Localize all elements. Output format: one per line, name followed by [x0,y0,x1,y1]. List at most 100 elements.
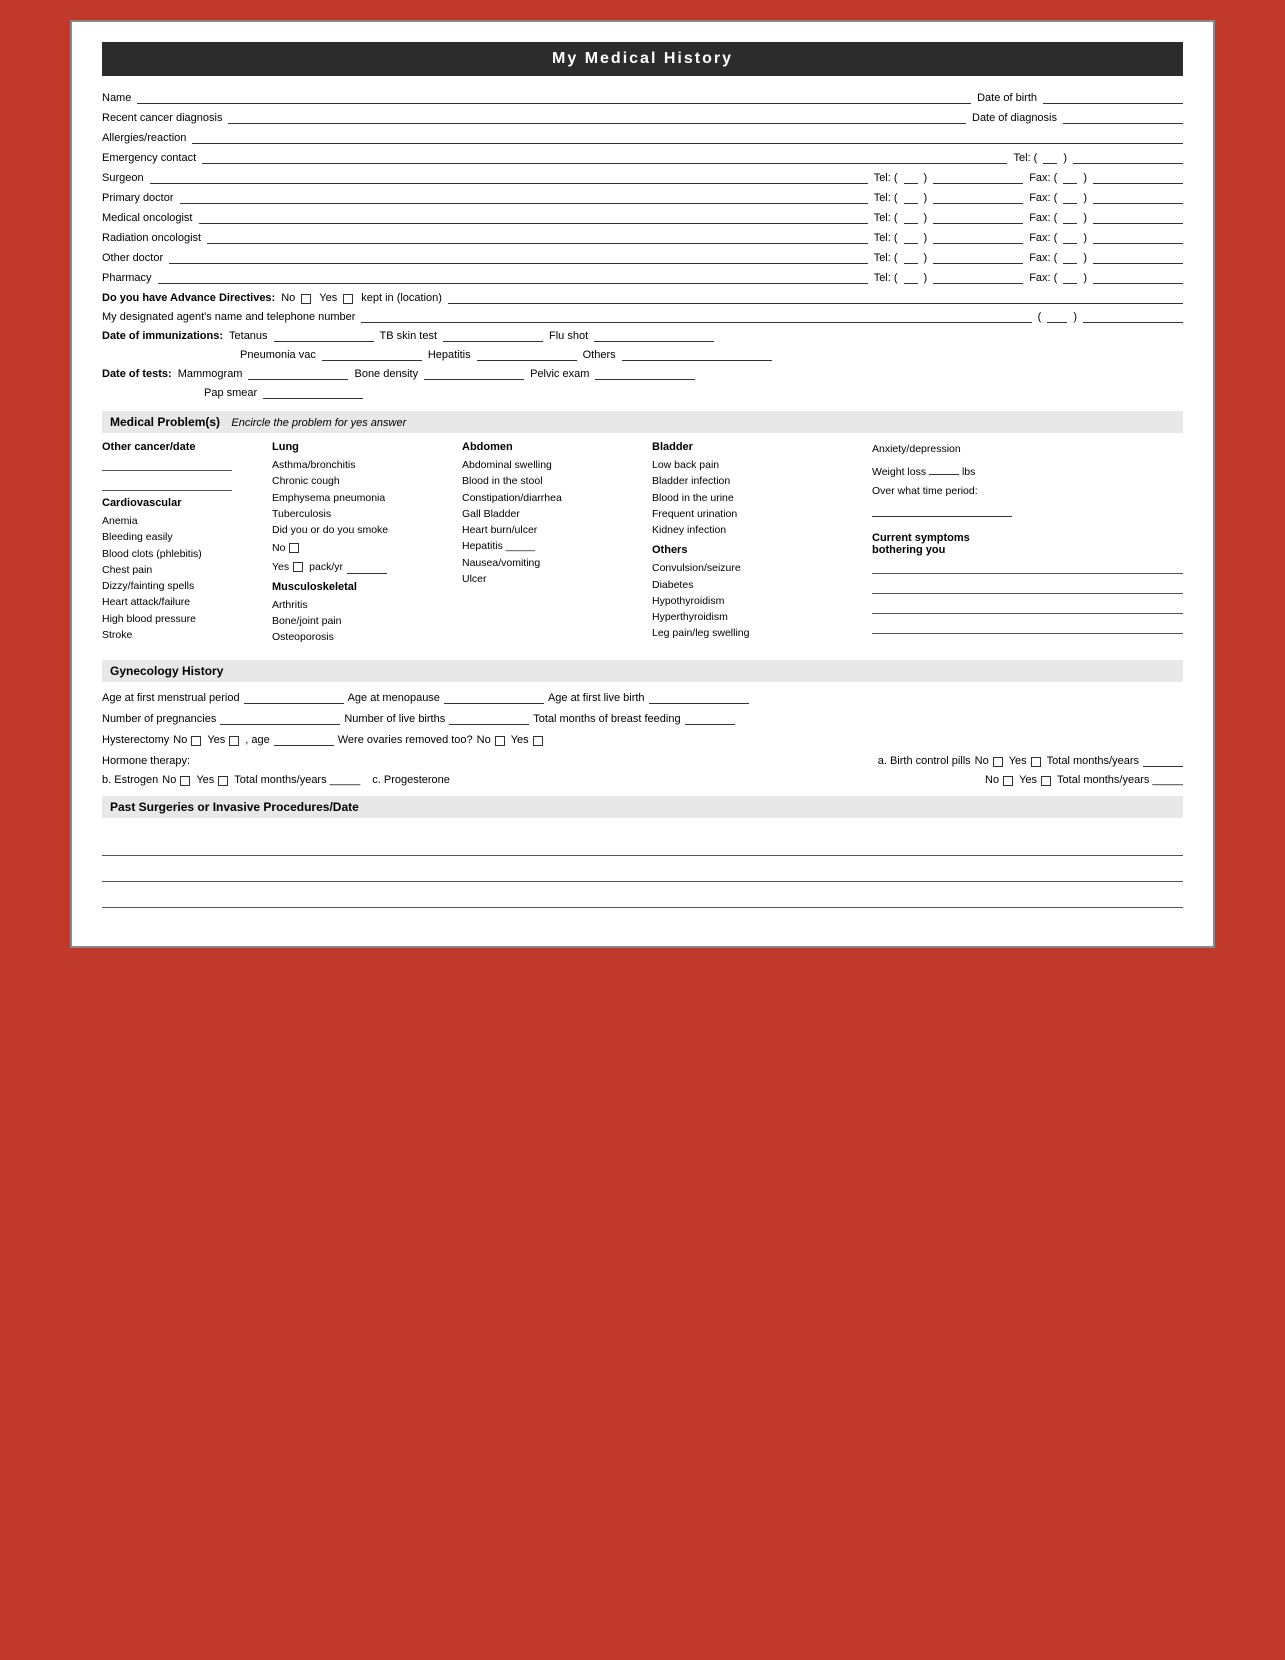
symptom-line-2[interactable] [872,580,1183,594]
cancer-row: Recent cancer diagnosis Date of diagnosi… [102,110,1183,124]
med-onco-input[interactable] [199,210,868,224]
pharmacy-fax[interactable] [1093,270,1183,284]
page-title: My Medical History [102,42,1183,76]
list-item: Leg pain/leg swelling [652,625,862,641]
rad-onco-fax[interactable] [1093,230,1183,244]
name-label: Name [102,92,131,104]
med-onco-fax[interactable] [1093,210,1183,224]
col2-header: Lung [272,441,452,453]
flu-input[interactable] [594,328,714,342]
tetanus-input[interactable] [274,328,374,342]
birth-months-input[interactable] [1143,753,1183,767]
symptom-line-4[interactable] [872,620,1183,634]
menstrual-input[interactable] [244,690,344,704]
pap-input[interactable] [263,385,363,399]
emergency-input[interactable] [202,150,1007,164]
pharmacy-input[interactable] [158,270,868,284]
rad-onco-row: Radiation oncologist Tel: ( ) Fax: ( ) [102,230,1183,244]
primary-input[interactable] [180,190,868,204]
other-doc-tel[interactable] [933,250,1023,264]
agent-tel-input[interactable] [1083,309,1183,323]
primary-row: Primary doctor Tel: ( ) Fax: ( ) [102,190,1183,204]
hyst-yes-checkbox[interactable] [229,736,239,746]
estrogen-no-checkbox[interactable] [180,776,190,786]
emergency-tel-input[interactable] [1073,150,1183,164]
breastfeeding-input[interactable] [685,711,735,725]
mammogram-input[interactable] [248,366,348,380]
list-item: Arthritis [272,597,452,613]
pneumonia-input[interactable] [322,347,422,361]
smoke-no-checkbox[interactable] [289,543,299,553]
advance-yes-checkbox[interactable] [343,294,353,304]
cancer-input[interactable] [228,110,966,124]
first-birth-input[interactable] [649,690,749,704]
ovaries-yes-checkbox[interactable] [533,736,543,746]
surgery-line-2[interactable] [102,864,1183,882]
pregnancies-input[interactable] [220,711,340,725]
smoke-pack-input[interactable] [347,560,387,574]
symptom-line-1[interactable] [872,560,1183,574]
list-item: Did you or do you smoke [272,522,452,538]
time-period-input[interactable] [872,503,1012,517]
list-item: Frequent urination [652,506,862,522]
name-input[interactable] [137,90,971,104]
dob-input[interactable] [1043,90,1183,104]
surgeon-tel[interactable] [933,170,1023,184]
rad-onco-input[interactable] [207,230,868,244]
advance-location-input[interactable] [448,290,1183,304]
estrogen-yes-checkbox[interactable] [218,776,228,786]
other-doc-label: Other doctor [102,252,163,264]
other-cancer-input2[interactable] [102,477,232,491]
pelvic-input[interactable] [595,366,695,380]
advance-row: Do you have Advance Directives: No Yes k… [102,290,1183,304]
list-item: Hepatitis _____ [462,538,642,554]
hyst-no-checkbox[interactable] [191,736,201,746]
others-input[interactable] [622,347,772,361]
menopause-input[interactable] [444,690,544,704]
allergy-input[interactable] [192,130,1183,144]
agent-name-input[interactable] [361,309,1031,323]
primary-tel[interactable] [933,190,1023,204]
surgery-line-3[interactable] [102,890,1183,908]
rad-onco-label: Radiation oncologist [102,232,201,244]
hepatitis-input[interactable] [477,347,577,361]
surgeon-fax[interactable] [1093,170,1183,184]
prog-yes-checkbox[interactable] [1041,776,1051,786]
other-doc-input[interactable] [169,250,868,264]
surgeon-label: Surgeon [102,172,144,184]
pharmacy-tel[interactable] [933,270,1023,284]
other-cancer-input[interactable] [102,457,232,471]
birth-no-checkbox[interactable] [993,757,1003,767]
other-doc-fax[interactable] [1093,250,1183,264]
surgeon-row: Surgeon Tel: ( ) Fax: ( ) [102,170,1183,184]
agent-row: My designated agent's name and telephone… [102,309,1183,323]
advance-no-checkbox[interactable] [301,294,311,304]
dob-label: Date of birth [977,92,1037,104]
musculoskeletal-header: Musculoskeletal [272,581,452,593]
surgery-line-1[interactable] [102,838,1183,856]
med-onco-tel[interactable] [933,210,1023,224]
ovaries-no-checkbox[interactable] [495,736,505,746]
gyn-row1: Age at first menstrual period Age at men… [102,690,1183,704]
tb-input[interactable] [443,328,543,342]
prog-no-checkbox[interactable] [1003,776,1013,786]
list-item: Blood in the stool [462,473,642,489]
symptom-line-3[interactable] [872,600,1183,614]
primary-fax[interactable] [1093,190,1183,204]
advance-label: Do you have Advance Directives: [102,292,275,304]
bone-input[interactable] [424,366,524,380]
list-item: Stroke [102,627,262,643]
dod-input[interactable] [1063,110,1183,124]
rad-onco-tel[interactable] [933,230,1023,244]
smoke-yes-checkbox[interactable] [293,562,303,572]
list-item: Ulcer [462,571,642,587]
live-births-input[interactable] [449,711,529,725]
surgeon-input[interactable] [150,170,868,184]
weight-loss-input[interactable] [929,461,959,475]
medical-problems-header: Medical Problem(s) Encircle the problem … [102,411,1183,433]
list-item: Asthma/bronchitis [272,457,452,473]
smoke-no-row: No [272,540,452,556]
list-item: Low back pain [652,457,862,473]
birth-yes-checkbox[interactable] [1031,757,1041,767]
hyst-age-input[interactable] [274,732,334,746]
